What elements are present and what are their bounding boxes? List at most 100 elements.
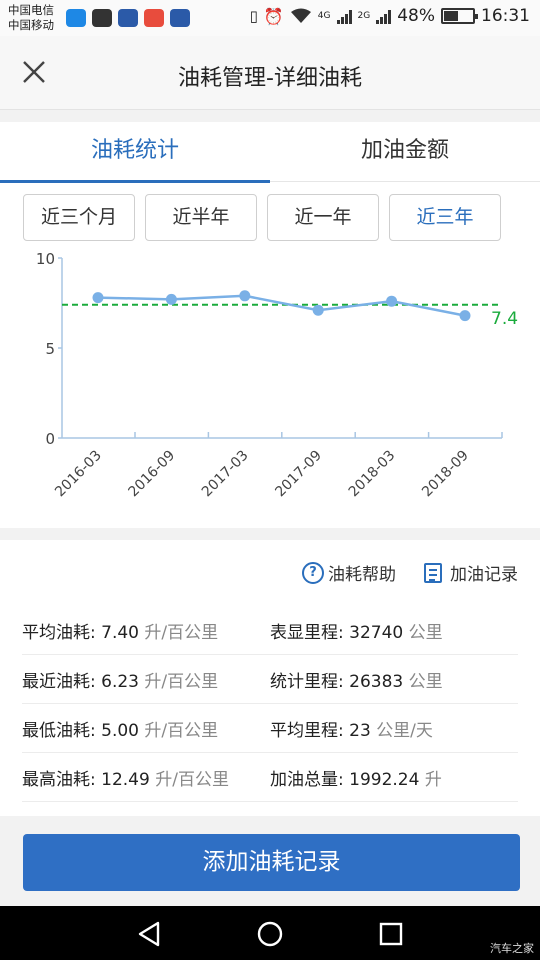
home-icon[interactable] bbox=[255, 919, 285, 949]
x-tick-label: 2017-03 bbox=[199, 448, 252, 501]
info-section: ? 油耗帮助 加油记录 平均油耗: 7.40 升/百公里 表显里程: 32740 … bbox=[0, 540, 540, 816]
stats-row: 最低油耗: 5.00 升/百公里 平均里程: 23 公里/天 bbox=[22, 704, 518, 753]
page-title: 油耗管理-详细油耗 bbox=[178, 66, 362, 91]
fuel-help-link[interactable]: ? 油耗帮助 bbox=[302, 560, 396, 585]
refuel-records-link[interactable]: 加油记录 bbox=[424, 560, 518, 585]
tab-bar: 油耗统计 加油金额 bbox=[0, 122, 540, 183]
stats-card: 油耗统计 加油金额 近三个月 近半年 近一年 近三年 0 5 10 2016-03 20… bbox=[0, 122, 540, 528]
stat-item: 平均里程: 23 公里/天 bbox=[270, 716, 518, 741]
stat-item: 最近油耗: 6.23 升/百公里 bbox=[22, 667, 270, 692]
x-tick-label: 2018-09 bbox=[419, 448, 472, 501]
carrier-2: 中国移动 bbox=[8, 18, 54, 32]
data-point bbox=[165, 293, 177, 305]
stat-value: 7.40 bbox=[101, 622, 145, 643]
fuel-help-label: 油耗帮助 bbox=[328, 565, 396, 585]
stat-value: 5.00 bbox=[101, 720, 145, 741]
carrier-names: 中国电信 中国移动 bbox=[8, 3, 54, 33]
stat-label: 平均里程: bbox=[270, 720, 350, 741]
battery-icon bbox=[441, 8, 478, 24]
y-tick-label: 0 bbox=[45, 430, 55, 448]
data-point bbox=[239, 290, 251, 302]
average-label: 7.4 bbox=[491, 309, 518, 329]
stat-label: 最近油耗: bbox=[22, 671, 102, 692]
refuel-records-label: 加油记录 bbox=[450, 565, 518, 585]
tab-fuel-consumption[interactable]: 油耗统计 bbox=[0, 122, 270, 182]
info-links: ? 油耗帮助 加油记录 bbox=[302, 560, 518, 585]
stat-unit: 升/百公里 bbox=[155, 769, 229, 790]
stat-value: 12.49 bbox=[101, 769, 156, 790]
stat-item: 最低油耗: 5.00 升/百公里 bbox=[22, 716, 270, 741]
tab-indicator bbox=[0, 180, 270, 183]
network-type-2: 2G bbox=[357, 10, 371, 21]
signal-icon-2 bbox=[376, 8, 392, 24]
alarm-icon: ⏰ bbox=[263, 6, 284, 26]
stats-grid: 平均油耗: 7.40 升/百公里 表显里程: 32740 公里 最近油耗: 6.23… bbox=[22, 606, 518, 802]
stat-value: 6.23 bbox=[101, 671, 145, 692]
data-point bbox=[312, 304, 324, 316]
navigation-bar: 汽车之家 bbox=[0, 906, 540, 960]
stat-item: 统计里程: 26383 公里 bbox=[270, 667, 518, 692]
filter-3-months[interactable]: 近三个月 bbox=[23, 194, 135, 241]
vibrate-icon: ▯ bbox=[249, 7, 258, 25]
stat-unit: 公里 bbox=[408, 622, 443, 643]
help-icon: ? bbox=[302, 561, 324, 584]
fuel-consumption-chart: 0 5 10 2016-03 2016-09 2017-03 2017-09 2018-03 2… bbox=[36, 250, 518, 501]
stat-unit: 升/百公里 bbox=[144, 671, 219, 692]
x-tick-label: 2018-03 bbox=[346, 448, 399, 501]
status-bar: 中国电信 中国移动 ▯ ⏰ 4G 2G 48% 16:31 bbox=[0, 0, 540, 36]
qq-icon bbox=[92, 9, 112, 27]
stat-unit: 升/百公里 bbox=[144, 720, 219, 741]
document-icon bbox=[424, 562, 442, 583]
news-app-icon-2 bbox=[170, 9, 190, 27]
network-type-1: 4G bbox=[317, 10, 331, 21]
carrier-1: 中国电信 bbox=[8, 3, 54, 17]
wifi-icon bbox=[290, 8, 311, 23]
stats-row: 平均油耗: 7.40 升/百公里 表显里程: 32740 公里 bbox=[22, 606, 518, 655]
signal-icon-1 bbox=[336, 8, 352, 24]
period-filters: 近三个月 近半年 近一年 近三年 bbox=[23, 194, 501, 241]
stat-unit: 公里/天 bbox=[376, 720, 433, 741]
stat-label: 表显里程: bbox=[270, 622, 350, 643]
recents-icon[interactable] bbox=[376, 919, 406, 949]
stat-value: 32740 bbox=[349, 622, 409, 643]
stat-value: 23 bbox=[349, 720, 377, 741]
stat-unit: 升/百公里 bbox=[144, 622, 219, 643]
stat-unit: 公里 bbox=[408, 671, 443, 692]
stat-label: 统计里程: bbox=[270, 671, 350, 692]
filter-half-year[interactable]: 近半年 bbox=[145, 194, 257, 241]
back-icon[interactable] bbox=[134, 919, 164, 949]
news-app-icon bbox=[118, 9, 138, 27]
stat-value: 1992.24 bbox=[349, 769, 425, 790]
y-tick-label: 10 bbox=[36, 250, 55, 268]
data-point bbox=[459, 310, 471, 322]
stat-item: 最高油耗: 12.49 升/百公里 bbox=[22, 765, 270, 790]
filter-3-years[interactable]: 近三年 bbox=[389, 194, 501, 241]
stat-label: 平均油耗: bbox=[22, 622, 102, 643]
title-bar: 油耗管理-详细油耗 bbox=[0, 36, 540, 110]
stat-item: 表显里程: 32740 公里 bbox=[270, 618, 518, 643]
message-app-icon bbox=[66, 9, 86, 27]
tab-refuel-amount[interactable]: 加油金额 bbox=[270, 122, 540, 182]
notification-icons bbox=[66, 9, 190, 27]
stat-label: 最低油耗: bbox=[22, 720, 102, 741]
x-tick-label: 2017-09 bbox=[272, 448, 325, 501]
weibo-icon bbox=[144, 9, 164, 27]
watermark: 汽车之家 bbox=[490, 942, 534, 955]
data-point bbox=[386, 295, 398, 307]
stat-unit: 升 bbox=[424, 769, 442, 790]
x-tick-label: 2016-03 bbox=[52, 448, 105, 501]
filter-1-year[interactable]: 近一年 bbox=[267, 194, 379, 241]
x-tick-label: 2016-09 bbox=[126, 448, 179, 501]
stat-label: 最高油耗: bbox=[22, 769, 102, 790]
add-fuel-record-button[interactable]: 添加油耗记录 bbox=[23, 834, 520, 891]
stats-row: 最高油耗: 12.49 升/百公里 加油总量: 1992.24 升 bbox=[22, 753, 518, 802]
stat-value: 26383 bbox=[349, 671, 409, 692]
clock: 16:31 bbox=[481, 6, 530, 26]
stats-row: 最近油耗: 6.23 升/百公里 统计里程: 26383 公里 bbox=[22, 655, 518, 704]
data-point bbox=[92, 292, 104, 304]
system-status: ▯ ⏰ 4G 2G 48% 16:31 bbox=[250, 6, 530, 26]
stat-item: 加油总量: 1992.24 升 bbox=[270, 765, 518, 790]
stat-label: 加油总量: bbox=[270, 769, 350, 790]
stat-item: 平均油耗: 7.40 升/百公里 bbox=[22, 618, 270, 643]
y-tick-label: 5 bbox=[45, 340, 55, 358]
